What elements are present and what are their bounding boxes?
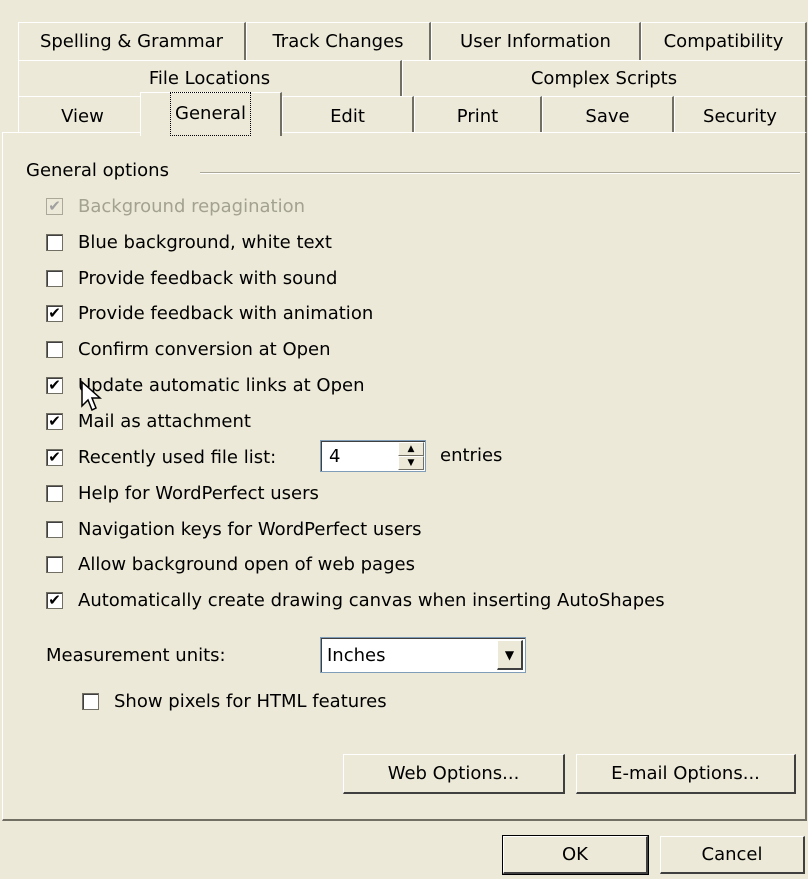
tab-label: Spelling & Grammar [39,31,224,52]
checkbox: ✔ [46,197,63,215]
checkbox[interactable] [82,692,99,710]
measurement-units-value: Inches [327,644,386,666]
checkbox[interactable] [46,269,63,287]
option-label: Recently used file list: [78,446,277,468]
option-wordperfect-help[interactable]: Help for WordPerfect users [46,479,319,507]
option-label: Provide feedback with sound [78,267,338,289]
tab-general[interactable]: General [140,92,282,136]
checkbox[interactable] [46,555,63,573]
option-confirm-conversion[interactable]: Confirm conversion at Open [46,335,331,363]
option-drawing-canvas[interactable]: ✔ Automatically create drawing canvas whe… [46,586,665,614]
tab-print[interactable]: Print [414,96,542,134]
tab-label: Save [585,106,630,127]
general-options-title: General options [26,160,177,181]
option-show-pixels[interactable]: Show pixels for HTML features [82,687,387,715]
checkbox[interactable] [46,484,63,502]
tab-security[interactable]: Security [674,96,807,134]
tab-label: Security [703,106,777,127]
web-options-button[interactable]: Web Options... [343,754,565,794]
spin-up-icon[interactable]: ▲ [398,442,424,456]
tab-view[interactable]: View [18,96,148,134]
spin-down-icon[interactable]: ▼ [398,456,424,470]
option-label: Provide feedback with animation [78,302,374,324]
option-label: Navigation keys for WordPerfect users [78,518,422,540]
tab-complex-scripts[interactable]: Complex Scripts [402,60,807,96]
tab-label: Edit [330,106,365,127]
measurement-units-select[interactable]: Inches ▼ [320,637,526,673]
option-wordperfect-nav[interactable]: Navigation keys for WordPerfect users [46,515,422,543]
spinner-buttons: ▲ ▼ [398,442,424,470]
tab-file-locations[interactable]: File Locations [18,60,402,96]
checkbox[interactable] [46,233,63,251]
tab-save[interactable]: Save [542,96,674,134]
ok-button[interactable]: OK [502,835,649,875]
recent-files-count[interactable]: 4 [321,446,398,467]
checkbox[interactable]: ✔ [46,591,63,609]
option-mail-attachment[interactable]: ✔ Mail as attachment [46,407,251,435]
option-background-repagination: ✔ Background repagination [46,192,305,220]
option-label: Show pixels for HTML features [114,690,387,712]
option-label: Update automatic links at Open [78,374,365,396]
mouse-cursor-icon [81,380,102,412]
option-label: Allow background open of web pages [78,553,415,575]
option-label: Background repagination [78,195,305,217]
checkbox[interactable]: ✔ [46,304,63,322]
checkbox[interactable]: ✔ [46,448,63,466]
recent-files-spinner[interactable]: 4 ▲ ▼ [320,440,426,472]
option-label: Confirm conversion at Open [78,338,331,360]
tab-label: User Information [460,31,611,52]
tab-label: Track Changes [272,31,404,52]
tab-label: General [170,92,251,136]
option-feedback-animation[interactable]: ✔ Provide feedback with animation [46,299,373,327]
dropdown-arrow-icon[interactable]: ▼ [497,640,523,670]
tab-spelling-grammar[interactable]: Spelling & Grammar [18,22,246,60]
option-label: Automatically create drawing canvas when… [78,589,665,611]
tab-edit[interactable]: Edit [282,96,414,134]
email-options-button[interactable]: E-mail Options... [576,754,796,794]
checkbox[interactable]: ✔ [46,376,63,394]
checkbox[interactable] [46,520,63,538]
option-recent-files[interactable]: ✔ Recently used file list: [46,443,276,471]
cancel-button[interactable]: Cancel [660,836,805,874]
entries-label: entries [440,445,503,466]
measurement-units-label: Measurement units: [46,645,226,666]
tab-compatibility[interactable]: Compatibility [641,22,807,60]
tab-label: View [61,106,104,127]
tab-label: Compatibility [663,31,784,52]
group-divider [200,172,800,174]
tab-label: Complex Scripts [530,68,678,89]
option-label: Blue background, white text [78,231,332,253]
checkbox[interactable]: ✔ [46,412,63,430]
option-blue-background[interactable]: Blue background, white text [46,228,332,256]
option-background-web[interactable]: Allow background open of web pages [46,550,415,578]
checkbox[interactable] [46,340,63,358]
option-label: Help for WordPerfect users [78,482,319,504]
tab-user-information[interactable]: User Information [431,22,641,60]
tab-track-changes[interactable]: Track Changes [246,22,431,60]
option-feedback-sound[interactable]: Provide feedback with sound [46,264,337,292]
tab-label: Print [456,106,499,127]
